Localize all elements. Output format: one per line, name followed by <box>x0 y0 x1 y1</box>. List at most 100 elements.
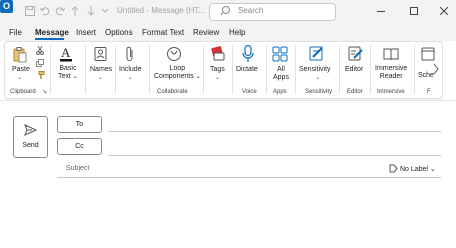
tab-options[interactable]: Options <box>105 28 133 37</box>
tags-dropdown-icon[interactable]: ⌄ <box>215 74 220 81</box>
send-label: Send <box>22 142 39 149</box>
all-apps-icon[interactable] <box>272 46 288 62</box>
immersive-label-line2: Reader <box>379 73 403 80</box>
ribbon-separator <box>203 45 204 94</box>
outlook-app-icon: O <box>0 0 13 13</box>
immersive-label-line1: Immersive <box>375 65 408 72</box>
save-icon[interactable] <box>25 6 35 16</box>
ribbon-separator <box>266 45 267 94</box>
send-icon <box>24 124 37 136</box>
cut-icon[interactable] <box>36 46 44 55</box>
ribbon: Paste ⌄ Clipboard ↘ A Basic Text ⌄ Names… <box>4 41 443 99</box>
basic-text-icon[interactable]: A <box>59 45 73 62</box>
search-input[interactable]: Search <box>209 3 336 21</box>
group-clipboard-label: Clipboard <box>10 89 36 95</box>
customize-chevron-icon[interactable] <box>102 7 108 13</box>
loop-label-line2: Components <box>154 73 194 80</box>
group-apps-label: Apps <box>273 89 287 95</box>
names-icon[interactable] <box>94 47 108 61</box>
to-input[interactable] <box>108 131 441 132</box>
ribbon-scroll-right-icon[interactable] <box>432 42 440 96</box>
immersive-reader-label[interactable]: Immersive Reader <box>375 65 407 81</box>
svg-text:A: A <box>61 45 71 60</box>
group-last-label: F <box>427 89 431 95</box>
group-voice-label: Voice <box>242 89 257 95</box>
editor-icon[interactable] <box>348 46 364 62</box>
sensitivity-label-selector[interactable]: No Label ⌄ <box>389 164 436 173</box>
ribbon-separator <box>339 45 340 94</box>
all-apps-label-line2: Apps <box>273 74 289 81</box>
arrow-up-icon[interactable] <box>71 6 79 16</box>
tab-review[interactable]: Review <box>193 28 219 37</box>
subject-label: Subject <box>66 165 90 172</box>
sensitivity-dropdown-icon[interactable]: ⌄ <box>315 74 320 81</box>
basic-text-label-line2: Text <box>58 73 71 80</box>
menu-bar: File Message Insert Options Format Text … <box>0 24 456 41</box>
paste-icon[interactable] <box>13 47 27 63</box>
title-bar: O Untitled - Message (HT... Search <box>0 0 456 24</box>
tab-message[interactable]: Message <box>35 28 69 37</box>
basic-text-label-line1: Basic <box>59 65 77 72</box>
sensitivity-label[interactable]: Sensitivity <box>299 66 331 73</box>
basic-text-label[interactable]: Basic Text ⌄ <box>58 65 78 81</box>
minimize-icon[interactable] <box>377 11 385 13</box>
paste-label[interactable]: Paste <box>12 66 30 73</box>
loop-components-label[interactable]: Loop Components ⌄ <box>154 65 201 81</box>
format-painter-icon[interactable] <box>36 71 45 80</box>
dictate-label[interactable]: Dictate <box>236 66 258 73</box>
all-apps-label-line1: All <box>277 66 285 73</box>
sensitivity-icon[interactable] <box>309 45 325 62</box>
ribbon-separator <box>85 45 86 94</box>
all-apps-label[interactable]: All Apps <box>273 66 289 82</box>
group-collaborate-label: Collaborate <box>157 89 188 95</box>
ribbon-separator <box>232 45 233 94</box>
copy-icon[interactable] <box>36 59 44 67</box>
maximize-icon[interactable] <box>410 7 418 15</box>
search-placeholder: Search <box>238 6 264 15</box>
close-icon[interactable] <box>440 7 448 15</box>
tab-insert[interactable]: Insert <box>76 28 96 37</box>
search-icon <box>222 6 230 14</box>
no-label-text: No Label <box>399 166 428 173</box>
subject-input[interactable] <box>57 177 441 178</box>
cc-button[interactable]: Cc <box>57 138 102 155</box>
basic-text-dropdown-icon[interactable]: ⌄ <box>73 74 78 80</box>
cc-input[interactable] <box>108 155 441 156</box>
editor-label[interactable]: Editor <box>345 66 363 73</box>
ribbon-separator <box>50 45 51 94</box>
redo-icon[interactable] <box>55 6 65 16</box>
tags-icon[interactable] <box>211 46 225 62</box>
to-button[interactable]: To <box>57 116 102 133</box>
label-tag-icon <box>389 164 398 173</box>
paste-dropdown-icon[interactable]: ⌄ <box>17 74 22 81</box>
chevron-down-icon: ⌄ <box>429 166 436 173</box>
attach-icon[interactable] <box>125 46 135 62</box>
names-label[interactable]: Names <box>90 66 112 73</box>
ribbon-separator <box>115 45 116 94</box>
tags-label[interactable]: Tags <box>210 66 225 73</box>
ribbon-separator <box>370 45 371 94</box>
group-editor-label: Editor <box>347 89 363 95</box>
ribbon-separator <box>414 45 415 94</box>
tab-file[interactable]: File <box>9 28 22 37</box>
immersive-reader-icon[interactable] <box>383 46 399 62</box>
active-tab-indicator <box>35 38 64 40</box>
tab-format-text[interactable]: Format Text <box>142 28 184 37</box>
loop-dropdown-icon[interactable]: ⌄ <box>196 74 201 80</box>
group-immersive-label: Immersive <box>377 89 405 95</box>
microphone-icon[interactable] <box>242 45 254 63</box>
loop-label-line1: Loop <box>169 65 186 72</box>
include-dropdown-icon[interactable]: ⌄ <box>128 74 133 81</box>
names-dropdown-icon[interactable]: ⌄ <box>98 74 103 81</box>
loop-components-icon[interactable] <box>166 46 182 62</box>
clipboard-launcher-icon[interactable]: ↘ <box>42 88 47 95</box>
ribbon-separator <box>149 45 150 94</box>
tab-help[interactable]: Help <box>229 28 245 37</box>
undo-icon[interactable] <box>40 6 50 16</box>
arrow-down-icon[interactable] <box>87 6 95 16</box>
include-label[interactable]: Include <box>119 66 142 73</box>
window-title: Untitled - Message (HT... <box>117 6 206 15</box>
ribbon-separator <box>295 45 296 94</box>
send-button[interactable]: Send <box>13 116 48 158</box>
group-sensitivity-label: Sensitivity <box>305 89 333 95</box>
